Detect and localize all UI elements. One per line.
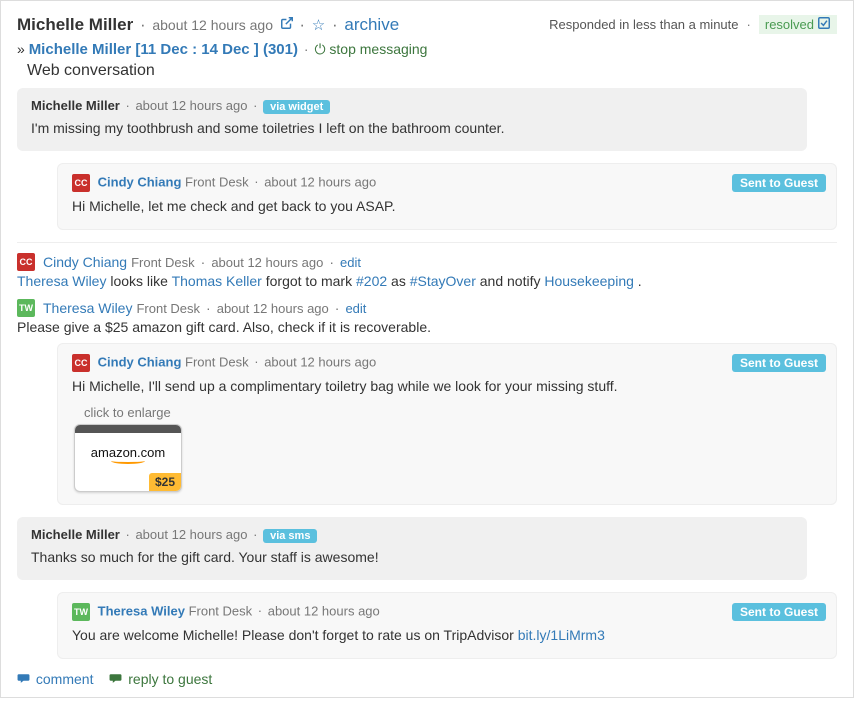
header-timestamp: about 12 hours ago bbox=[152, 17, 273, 33]
star-icon[interactable]: ☆ bbox=[312, 17, 325, 34]
guest-name: Michelle Miller bbox=[17, 15, 133, 34]
edit-link[interactable]: edit bbox=[345, 301, 366, 316]
conversation-panel: Michelle Miller · about 12 hours ago · ☆… bbox=[0, 0, 854, 698]
note-author[interactable]: Theresa Wiley bbox=[43, 300, 132, 316]
avatar-cc: CC bbox=[72, 354, 90, 372]
reply-to-guest-button[interactable]: reply to guest bbox=[109, 671, 212, 687]
gift-card-attachment[interactable]: amazon.com $25 bbox=[74, 424, 182, 492]
breadcrumb-arrow: » bbox=[17, 41, 29, 57]
staff-message: Sent to Guest TW Theresa Wiley Front Des… bbox=[57, 592, 837, 659]
message-author-role: Front Desk bbox=[185, 174, 249, 189]
booking-subheader: » Michelle Miller [11 Dec : 14 Dec ] (30… bbox=[17, 41, 837, 58]
message-author-role: Front Desk bbox=[189, 603, 253, 618]
header-right: Responded in less than a minute · resolv… bbox=[549, 15, 837, 34]
message-body: You are welcome Michelle! Please don't f… bbox=[72, 625, 822, 646]
resolved-badge[interactable]: resolved bbox=[759, 15, 837, 34]
guest-message: Michelle Miller · about 12 hours ago · v… bbox=[17, 88, 807, 151]
message-author[interactable]: Cindy Chiang bbox=[98, 354, 182, 369]
message-author[interactable]: Theresa Wiley bbox=[98, 603, 185, 618]
avatar-cc: CC bbox=[72, 174, 90, 192]
mention-user[interactable]: Theresa Wiley bbox=[17, 273, 106, 289]
message-body: Hi Michelle, I'll send up a complimentar… bbox=[72, 376, 822, 397]
guest-message: Michelle Miller · about 12 hours ago · v… bbox=[17, 517, 807, 580]
archive-link[interactable]: archive bbox=[344, 15, 399, 34]
note-author-role: Front Desk bbox=[131, 255, 195, 270]
note-timestamp: about 12 hours ago bbox=[217, 301, 329, 316]
sent-to-guest-badge: Sent to Guest bbox=[732, 354, 826, 372]
message-timestamp: about 12 hours ago bbox=[135, 98, 247, 113]
booking-link[interactable]: Michelle Miller [11 Dec : 14 Dec ] (301) bbox=[29, 41, 298, 58]
note-author-role: Front Desk bbox=[136, 301, 200, 316]
message-body: I'm missing my toothbrush and some toile… bbox=[31, 118, 793, 139]
sent-to-guest-badge: Sent to Guest bbox=[732, 603, 826, 621]
message-author[interactable]: Cindy Chiang bbox=[98, 174, 182, 189]
stop-messaging-link[interactable]: stop messaging bbox=[329, 41, 427, 57]
external-link-icon[interactable] bbox=[280, 18, 298, 33]
tripadvisor-link[interactable]: bit.ly/1LiMrm3 bbox=[518, 627, 605, 643]
message-timestamp: about 12 hours ago bbox=[135, 527, 247, 542]
check-icon bbox=[817, 16, 831, 33]
avatar-tw: TW bbox=[72, 603, 90, 621]
avatar-tw: TW bbox=[17, 299, 35, 317]
gift-card-price: $25 bbox=[149, 473, 181, 491]
message-timestamp: about 12 hours ago bbox=[268, 603, 380, 618]
note-body: Theresa Wiley looks like Thomas Keller f… bbox=[17, 273, 837, 289]
room-link[interactable]: #202 bbox=[356, 273, 387, 289]
internal-note: TW Theresa Wiley Front Desk · about 12 h… bbox=[17, 299, 837, 335]
staff-message: Sent to Guest CC Cindy Chiang Front Desk… bbox=[57, 343, 837, 505]
header-left: Michelle Miller · about 12 hours ago · ☆… bbox=[17, 15, 399, 35]
note-body: Please give a $25 amazon gift card. Also… bbox=[17, 319, 837, 335]
reply-icon bbox=[109, 671, 126, 687]
sent-to-guest-badge: Sent to Guest bbox=[732, 174, 826, 192]
staff-message: Sent to Guest CC Cindy Chiang Front Desk… bbox=[57, 163, 837, 230]
message-timestamp: about 12 hours ago bbox=[264, 174, 376, 189]
avatar-cc: CC bbox=[17, 253, 35, 271]
note-timestamp: about 12 hours ago bbox=[211, 255, 323, 270]
mention-user[interactable]: Thomas Keller bbox=[172, 273, 262, 289]
message-timestamp: about 12 hours ago bbox=[264, 354, 376, 369]
note-author[interactable]: Cindy Chiang bbox=[43, 254, 127, 270]
conversation-header: Michelle Miller · about 12 hours ago · ☆… bbox=[17, 15, 837, 35]
mention-team[interactable]: Housekeeping bbox=[544, 273, 634, 289]
edit-link[interactable]: edit bbox=[340, 255, 361, 270]
message-author-role: Front Desk bbox=[185, 354, 249, 369]
message-actions: comment reply to guest bbox=[17, 671, 837, 687]
via-widget-badge: via widget bbox=[263, 100, 330, 114]
comment-icon bbox=[17, 671, 34, 687]
gift-card-logo: amazon.com bbox=[75, 445, 181, 460]
response-time-text: Responded in less than a minute bbox=[549, 17, 738, 32]
message-author: Michelle Miller bbox=[31, 527, 120, 542]
power-icon: ⏻ bbox=[314, 41, 325, 57]
message-body: Hi Michelle, let me check and get back t… bbox=[72, 196, 822, 217]
via-sms-badge: via sms bbox=[263, 529, 317, 543]
message-body: Thanks so much for the gift card. Your s… bbox=[31, 547, 793, 568]
message-author: Michelle Miller bbox=[31, 98, 120, 113]
click-to-enlarge-label: click to enlarge bbox=[84, 405, 822, 420]
hashtag-link[interactable]: #StayOver bbox=[410, 273, 476, 289]
divider bbox=[17, 242, 837, 243]
comment-button[interactable]: comment bbox=[17, 671, 97, 687]
conversation-type-label: Web conversation bbox=[27, 62, 837, 80]
internal-note: CC Cindy Chiang Front Desk · about 12 ho… bbox=[17, 253, 837, 289]
